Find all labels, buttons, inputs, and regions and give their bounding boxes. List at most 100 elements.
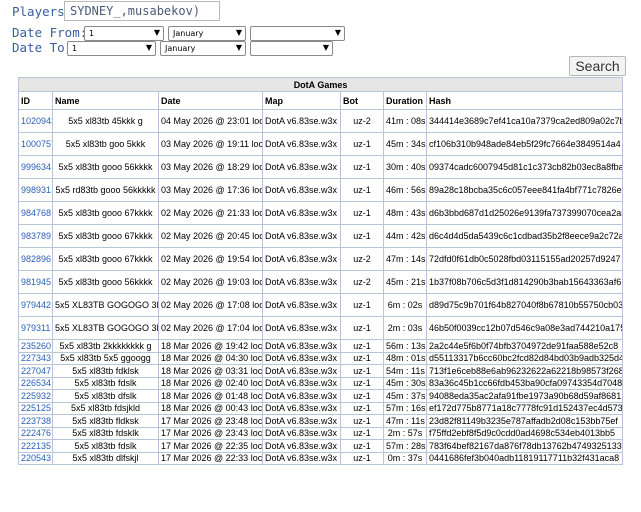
- game-name: 5x5 xl83tb 2kkkkkkkk g: [52, 339, 159, 353]
- game-name: 5x5 xl83tb fldksk: [52, 414, 159, 428]
- game-duration: 46m : 56s: [383, 178, 427, 202]
- game-date: 18 Mar 2026 @ 02:40 local: [158, 376, 263, 390]
- game-date: 03 May 2026 @ 19:11 local: [158, 132, 263, 156]
- game-map: DotA v6.83se.w3x: [262, 401, 341, 415]
- game-id-link[interactable]: 999634: [21, 162, 51, 172]
- game-hash: 783f64bef82167da876f78db13762b4749325133: [425, 439, 624, 453]
- game-id-link[interactable]: 979442: [21, 300, 51, 310]
- date-from-day-select[interactable]: 1 ▼: [84, 26, 164, 41]
- game-map: DotA v6.83se.w3x: [262, 132, 341, 156]
- game-date: 17 Mar 2026 @ 23:43 local: [158, 426, 263, 440]
- game-id-link[interactable]: 225932: [21, 391, 51, 401]
- players-input[interactable]: SYDNEY_,musabekov): [64, 1, 220, 21]
- game-id-link[interactable]: 998931: [21, 185, 51, 195]
- game-map: DotA v6.83se.w3x: [262, 426, 341, 440]
- game-name: 5x5 xl83tb dlfskjl: [52, 451, 159, 465]
- game-id-cell: 225125: [18, 401, 53, 415]
- game-name: 5x5 xl83tb gooo 67kkkk: [52, 247, 159, 271]
- game-hash: 713f1e6ceb88e6ab96232622a62218b98573f268: [425, 364, 624, 378]
- game-name: 5x5 xl83tb fdslk: [52, 439, 159, 453]
- game-hash: 344414e3689c7ef41ca10a7379ca2ed809a02c7b: [425, 109, 624, 133]
- game-date: 18 Mar 2026 @ 04:30 local: [158, 351, 263, 365]
- game-id-link[interactable]: 982896: [21, 254, 51, 264]
- table-row: 227343 5x5 xl83tb 5x5 ggoogg 18 Mar 2026 @…: [18, 351, 624, 365]
- game-duration: 57m : 28s: [383, 439, 427, 453]
- game-hash: d55113317b6cc60bc2fcd82d84bd03b9adb325d4: [425, 351, 624, 365]
- date-to-month-select[interactable]: January ▼: [160, 41, 246, 56]
- game-id-link[interactable]: 983789: [21, 231, 51, 241]
- game-duration: 0m : 37s: [383, 451, 427, 465]
- game-hash: d6c4d4d5da5439c6c1cdbad35b2f8eece9a2c72a: [425, 224, 624, 248]
- game-duration: 45m : 21s: [383, 270, 427, 294]
- game-date: 18 Mar 2026 @ 19:42 local: [158, 339, 263, 353]
- game-map: DotA v6.83se.w3x: [262, 414, 341, 428]
- game-id-link[interactable]: 984768: [21, 208, 51, 218]
- game-duration: 44m : 42s: [383, 224, 427, 248]
- game-bot: uz-1: [340, 414, 384, 428]
- game-id-link[interactable]: 981945: [21, 277, 51, 287]
- table-row: 10209435x5 xl83tb 45kkk g04 May 2026 @ 2…: [18, 109, 624, 133]
- game-hash: 83a36c45b1cc66fdb453ba90cfa09743354d7048: [425, 376, 624, 390]
- game-name: 5x5 xl83tb 45kkk g: [52, 109, 159, 133]
- date-from-month-select[interactable]: January ▼: [168, 26, 246, 41]
- table-row: 222135 5x5 xl83tb fdslk 17 Mar 2026 @ 22:3…: [18, 439, 624, 453]
- game-bot: uz-1: [340, 293, 384, 317]
- game-duration: 6m : 02s: [383, 293, 427, 317]
- game-hash: 46b50f0039cc12b07d546c9a08e3ad744210a175: [425, 316, 624, 340]
- table-row: 982896 5x5 xl83tb gooo 67kkkk 02 May 2026 …: [18, 247, 624, 271]
- table-caption: DotA Games: [17, 77, 624, 92]
- date-to-year-select[interactable]: ▼: [250, 41, 333, 56]
- game-duration: 56m : 13s: [383, 339, 427, 353]
- game-id-link[interactable]: 1000757: [21, 139, 52, 149]
- game-id-link[interactable]: 979311: [21, 323, 50, 333]
- chevron-down-icon: ▼: [153, 28, 160, 37]
- game-id-link[interactable]: 220543: [21, 453, 51, 463]
- game-duration: 48m : 01s: [383, 351, 427, 365]
- game-bot: uz-1: [340, 426, 384, 440]
- game-id-cell: 235260: [18, 339, 53, 353]
- game-bot: uz-1: [340, 401, 384, 415]
- game-id-cell: 227343: [18, 351, 53, 365]
- game-id-link[interactable]: 235260: [21, 341, 51, 351]
- game-date: 18 Mar 2026 @ 03:31 local: [158, 364, 263, 378]
- game-id-link[interactable]: 1020943: [21, 116, 52, 126]
- game-id-cell: 222476: [18, 426, 53, 440]
- game-id-link[interactable]: 222476: [21, 428, 51, 438]
- game-hash: 72dfd0f61db0c5028fbd03115155ad20257d9247: [425, 247, 624, 271]
- game-name: 5x5 XL83TB GOGOGO 3K: [52, 293, 159, 317]
- date-from-year-select[interactable]: ▼: [250, 26, 345, 41]
- date-to-day-select[interactable]: 1 ▼: [67, 41, 156, 56]
- game-map: DotA v6.83se.w3x: [262, 451, 341, 465]
- table-row: 222476 5x5 xl83tb fdsklk 17 Mar 2026 @ 23:…: [18, 426, 624, 440]
- game-map: DotA v6.83se.w3x: [262, 109, 341, 133]
- game-id-link[interactable]: 226534: [21, 378, 51, 388]
- players-input-value: SYDNEY_,musabekov): [70, 4, 201, 18]
- game-id-cell: 1000757: [18, 132, 53, 156]
- game-id-cell: 979442: [18, 293, 53, 317]
- table-row: 10007575x5 xl83tb goo 5kkk03 May 2026 @ …: [18, 132, 624, 156]
- game-bot: uz-1: [340, 451, 384, 465]
- game-hash: 1b37f08b706c5d3f1d814290b3bab15643363af6: [425, 270, 624, 294]
- game-map: DotA v6.83se.w3x: [262, 316, 341, 340]
- chevron-down-icon: ▼: [235, 43, 242, 52]
- game-map: DotA v6.83se.w3x: [262, 293, 341, 317]
- game-id-link[interactable]: 225125: [21, 403, 51, 413]
- game-hash: d6b3bbd687d1d25026e9139fa737399070cea2a5: [425, 201, 624, 225]
- game-id-link[interactable]: 227047: [21, 366, 51, 376]
- game-id-link[interactable]: 223738: [21, 416, 51, 426]
- game-id-link[interactable]: 222135: [21, 441, 51, 451]
- game-bot: uz-1: [340, 316, 384, 340]
- table-row: 223738 5x5 xl83tb fldksk 17 Mar 2026 @ 23:…: [18, 414, 624, 428]
- game-id-link[interactable]: 227343: [21, 353, 51, 363]
- table-row: 227047 5x5 xl83tb fdklsk 18 Mar 2026 @ 03:…: [18, 364, 624, 378]
- game-hash: 23d82f81149b3235e787affadb2d08c153bb75ef: [425, 414, 624, 428]
- search-button[interactable]: Search: [569, 56, 626, 76]
- game-date: 17 Mar 2026 @ 23:48 local: [158, 414, 263, 428]
- game-id-cell: 1020943: [18, 109, 53, 133]
- table-row: 235260 5x5 xl83tb 2kkkkkkkk g 18 Mar 2026 …: [18, 339, 624, 353]
- game-duration: 45m : 37s: [383, 389, 427, 403]
- game-date: 04 May 2026 @ 23:01 local: [158, 109, 263, 133]
- date-from-label: Date From:: [12, 25, 88, 40]
- table-row: 220543 5x5 xl83tb dlfskjl 17 Mar 2026 @ 22…: [18, 451, 624, 465]
- game-hash: 89a28c18bcba35c6c057eee841fa4bf771c7826e: [425, 178, 624, 202]
